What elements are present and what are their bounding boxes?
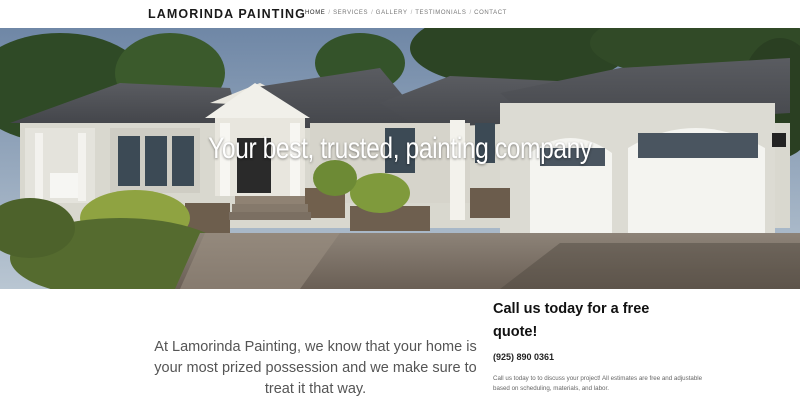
nav-separator: /: [469, 10, 472, 16]
cta-description: Call us today to to discuss your project…: [493, 375, 703, 392]
intro-text: At Lamorinda Painting, we know that your…: [154, 339, 477, 397]
site-logo[interactable]: LAMORINDA PAINTING: [148, 7, 306, 21]
nav-services[interactable]: SERVICES: [333, 10, 368, 16]
nav-separator: /: [410, 10, 413, 16]
main-nav: HOME / SERVICES / GALLERY / TESTIMONIALS…: [305, 10, 507, 16]
nav-separator: /: [328, 10, 331, 16]
nav-gallery[interactable]: GALLERY: [376, 10, 408, 16]
site-header: LAMORINDA PAINTING HOME / SERVICES / GAL…: [0, 0, 800, 28]
hero-banner: Your best, trusted, painting company: [0, 28, 800, 289]
hero-title: Your best, trusted, painting company: [208, 132, 592, 165]
nav-separator: /: [371, 10, 373, 16]
nav-testimonials[interactable]: TESTIMONIALS: [415, 10, 466, 16]
nav-contact[interactable]: CONTACT: [474, 10, 507, 16]
phone-number[interactable]: (925) 890 0361: [493, 352, 554, 362]
cta-heading: Call us today for a free quote!: [493, 301, 650, 340]
nav-home[interactable]: HOME: [305, 10, 325, 16]
